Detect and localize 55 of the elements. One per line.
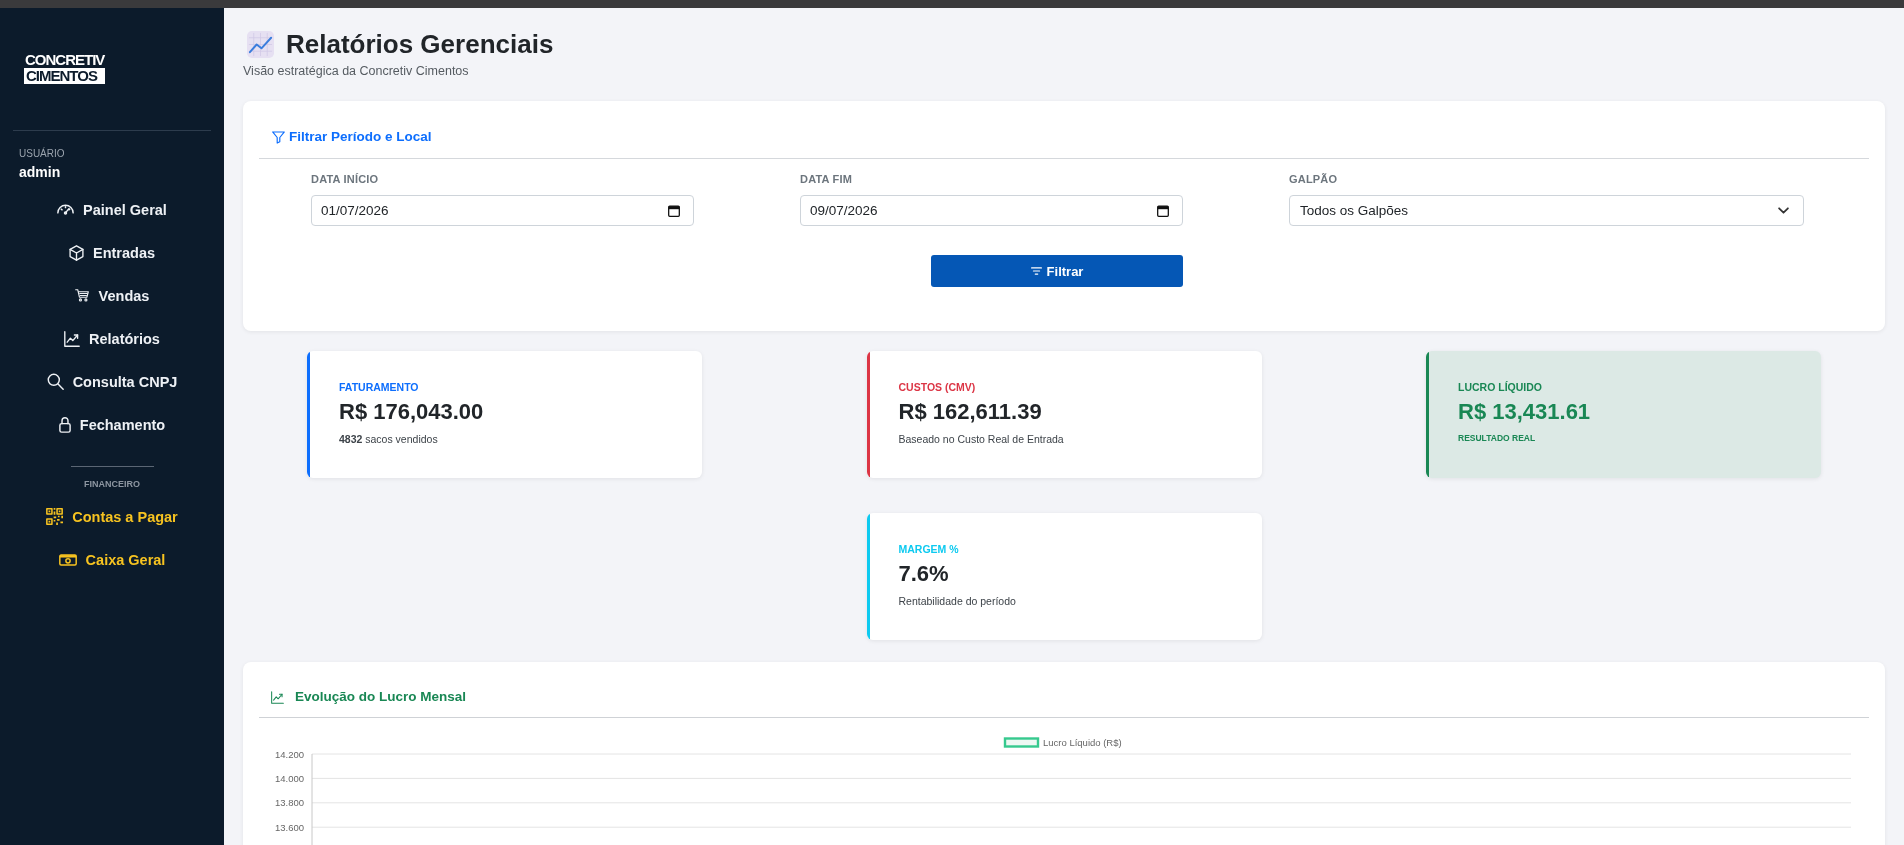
filter-lines-icon [1030,267,1042,275]
nav-link[interactable]: Painel Geral [57,188,167,231]
nav-link[interactable]: Caixa Geral [58,538,166,581]
y-axis-label: 14.200 [274,748,304,760]
cash-icon [58,553,77,566]
chart-increasing-icon [247,30,274,58]
kpi-note: 4832 sacos vendidos [339,433,439,446]
page-title: Relatórios Gerenciais [286,29,554,59]
qr-code-icon [46,508,64,525]
kpi-note: Baseado no Custo Real de Entrada [898,433,1064,446]
kpi-label: CUSTOS (CMV) [898,381,977,394]
kpi-label: LUCRO LÍQUIDO [1458,381,1543,394]
line-chart-icon [64,330,81,347]
kpi-note: RESULTADO REAL [1458,432,1537,445]
nav-link[interactable]: Contas a Pagar [46,495,178,538]
line-chart-icon [271,690,284,704]
speedometer-icon [57,204,75,215]
cart-icon [74,289,90,302]
lock-icon [58,416,71,433]
field-label: DATA INÍCIO [311,173,380,186]
field-label: GALPÃO [1289,173,1339,186]
brand-logo: CONCRETIV CIMENTOS [24,52,106,84]
field-label: DATA FIM [800,173,854,186]
user-label: USUÁRIO [19,148,66,160]
calendar-icon [1157,204,1169,217]
select-field[interactable]: Todos os Galpões [1289,195,1804,226]
chevron-down-icon [1778,207,1789,214]
kpi-note: Rentabilidade do período [898,595,1016,608]
nav-link[interactable]: Vendas [74,274,150,317]
calendar-icon [668,204,680,217]
nav-link[interactable]: Consulta CNPJ [46,360,178,403]
nav-link[interactable]: Relatórios [64,317,160,360]
chart-title: Evolução do Lucro Mensal [295,688,467,706]
section-title: FINANCEIRO [84,479,140,490]
y-axis-label: 13.800 [274,797,304,809]
filter-button[interactable]: Filtrar [931,255,1183,287]
user-name: admin [19,164,62,181]
kpi-value: R$ 162,611.39 [898,399,1043,425]
page-subtitle: Visão estratégica da Concretiv Cimentos [243,64,470,79]
nav-link[interactable]: Entradas [68,231,156,274]
date-field[interactable]: 01/07/2026 [311,195,694,226]
y-axis-label: 13.600 [274,821,304,833]
kpi-label: FATURAMENTO [339,381,420,394]
legend-label: Lucro Líquido (R$) [1043,737,1122,748]
kpi-value: 7.6% [898,561,950,587]
funnel-icon [272,130,285,144]
y-axis-label: 14.000 [274,772,304,784]
kpi-label: MARGEM % [898,543,960,556]
search-icon [46,373,64,390]
filter-title: Filtrar Período e Local [289,128,432,146]
kpi-value: R$ 176,043.00 [339,399,484,425]
cube-icon [68,244,84,261]
kpi-value: R$ 13,431.61 [1458,399,1591,425]
date-field[interactable]: 09/07/2026 [800,195,1183,226]
nav-link[interactable]: Fechamento [58,403,166,446]
